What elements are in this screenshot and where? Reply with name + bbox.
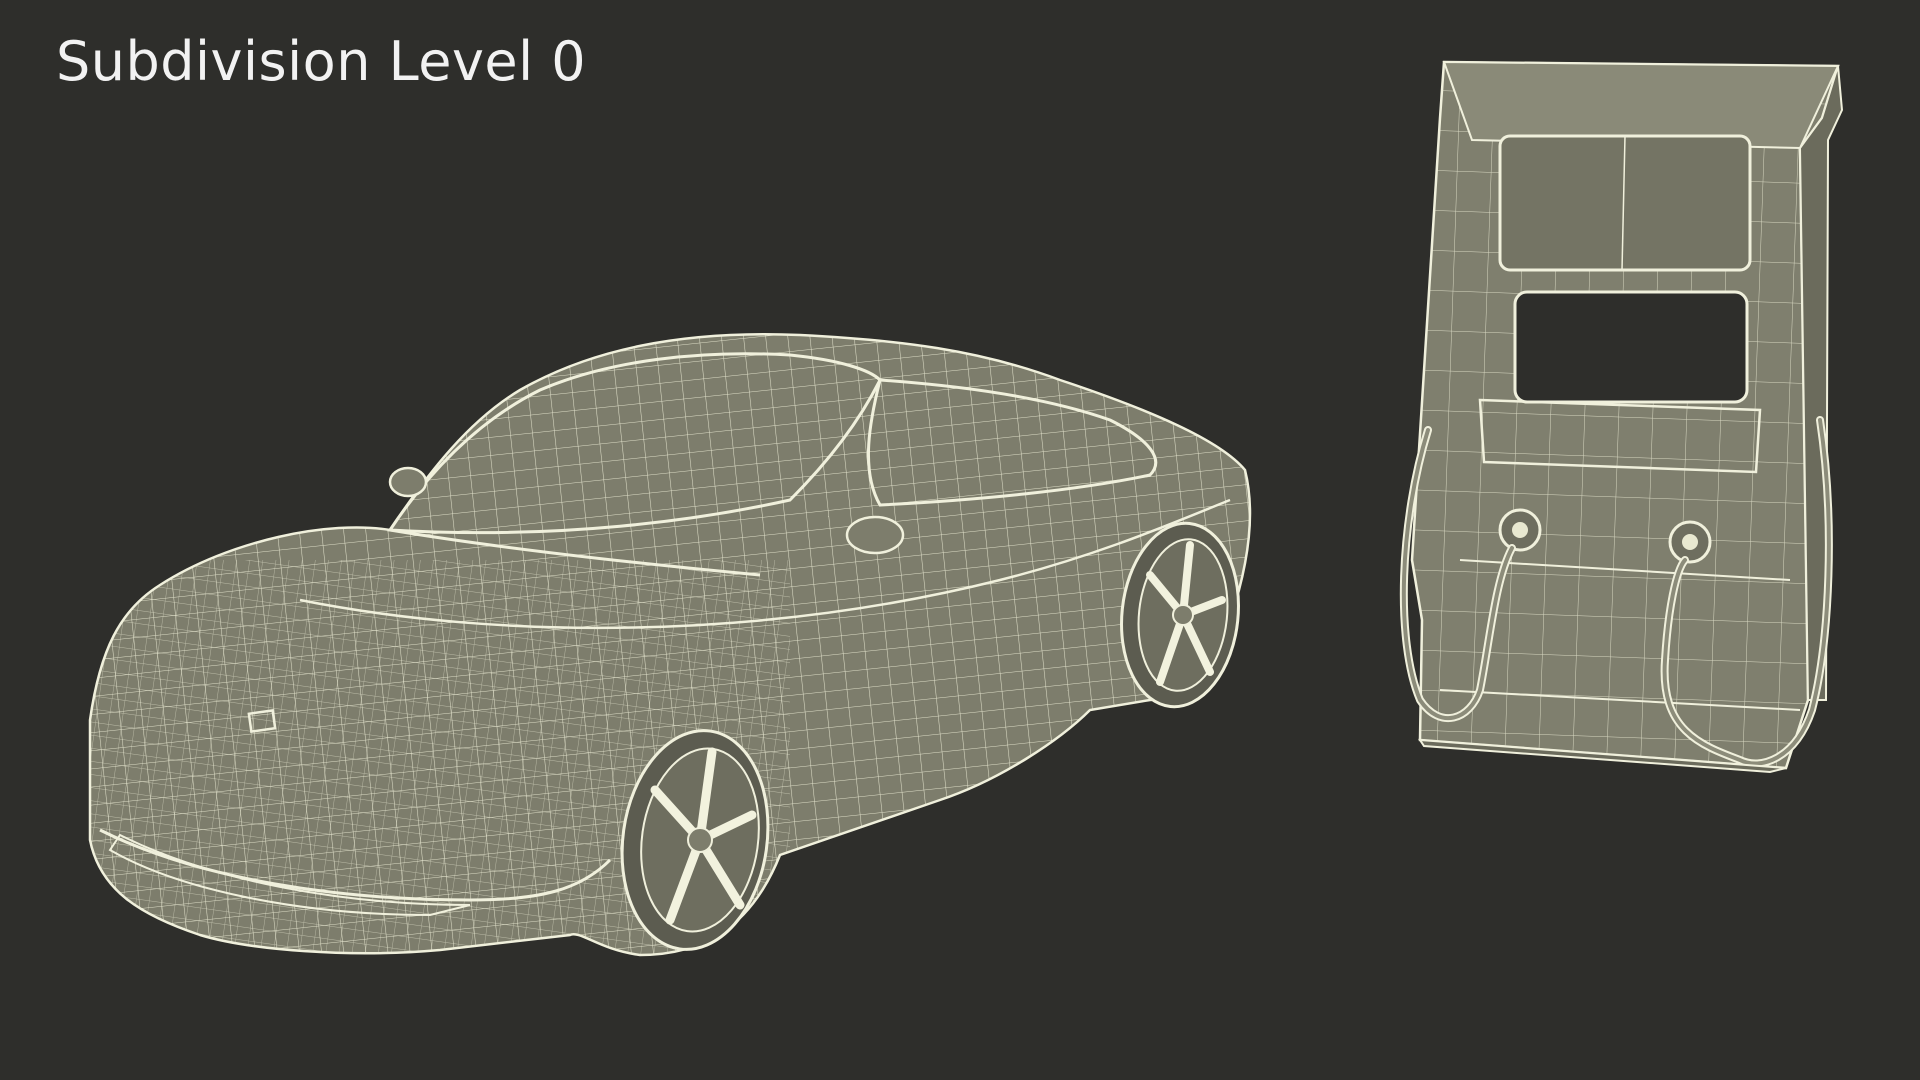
ev-charging-station-wireframe: [1399, 60, 1844, 774]
sports-car-wireframe: [88, 333, 1252, 957]
car-side-mirror: [845, 515, 905, 555]
station-side-panel: [1798, 65, 1844, 701]
station-connector-left: [1498, 508, 1542, 552]
render-scene: [88, 60, 1844, 957]
station-cutout-window: [1513, 290, 1749, 404]
car-side-mirror-left: [388, 466, 428, 498]
render-viewport: Subdivision Level 0: [0, 0, 1920, 1080]
station-connector-right: [1668, 520, 1712, 564]
